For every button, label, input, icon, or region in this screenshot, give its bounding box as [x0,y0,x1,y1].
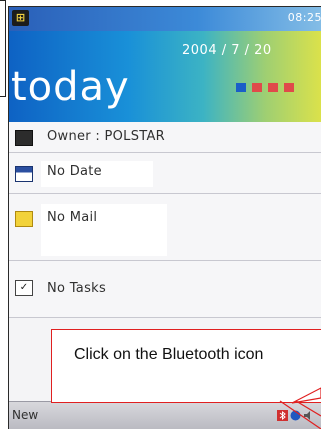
connectivity-icon[interactable] [290,410,301,421]
callout-text: Click on the Bluetooth icon [74,346,264,363]
tasks-label: No Tasks [47,281,107,296]
dot-icon [236,83,246,92]
status-bar: ⊞ 08:25 [9,7,321,31]
list-item-calendar[interactable]: No Date [9,153,321,194]
calendar-icon [15,166,33,182]
owner-card-icon [15,130,33,146]
bottom-menu-bar: New [9,401,321,429]
dot-icon [252,83,262,92]
list-item-owner[interactable]: Owner : POLSTAR [9,122,321,153]
screenshot: ⊞ 08:25 2004 / 7 / 20 today Owner : POLS… [0,0,321,429]
today-header: ⊞ 08:25 2004 / 7 / 20 today [9,7,321,122]
today-date[interactable]: 2004 / 7 / 20 [182,43,272,58]
list-item-tasks[interactable]: ✓ No Tasks [9,261,321,318]
new-button[interactable]: New [12,408,38,422]
bluetooth-icon[interactable] [277,410,288,421]
dot-icon [284,83,294,92]
decorative-dots [236,83,294,92]
clock[interactable]: 08:25 [288,11,321,24]
instruction-callout: Click on the Bluetooth icon [51,329,321,403]
dot-icon [268,83,278,92]
speaker-icon[interactable] [303,410,314,421]
pocketpc-screen: ⊞ 08:25 2004 / 7 / 20 today Owner : POLS… [8,6,321,429]
calendar-label: No Date [47,164,102,179]
start-menu-icon[interactable]: ⊞ [12,10,29,26]
system-tray [277,410,314,421]
edge-frame [0,0,6,97]
list-item-mail[interactable]: No Mail [9,194,321,261]
mail-icon [15,211,33,227]
tasks-icon: ✓ [15,280,33,296]
today-title: today [11,64,130,110]
mail-label: No Mail [47,210,98,225]
owner-label: Owner : POLSTAR [47,129,166,144]
